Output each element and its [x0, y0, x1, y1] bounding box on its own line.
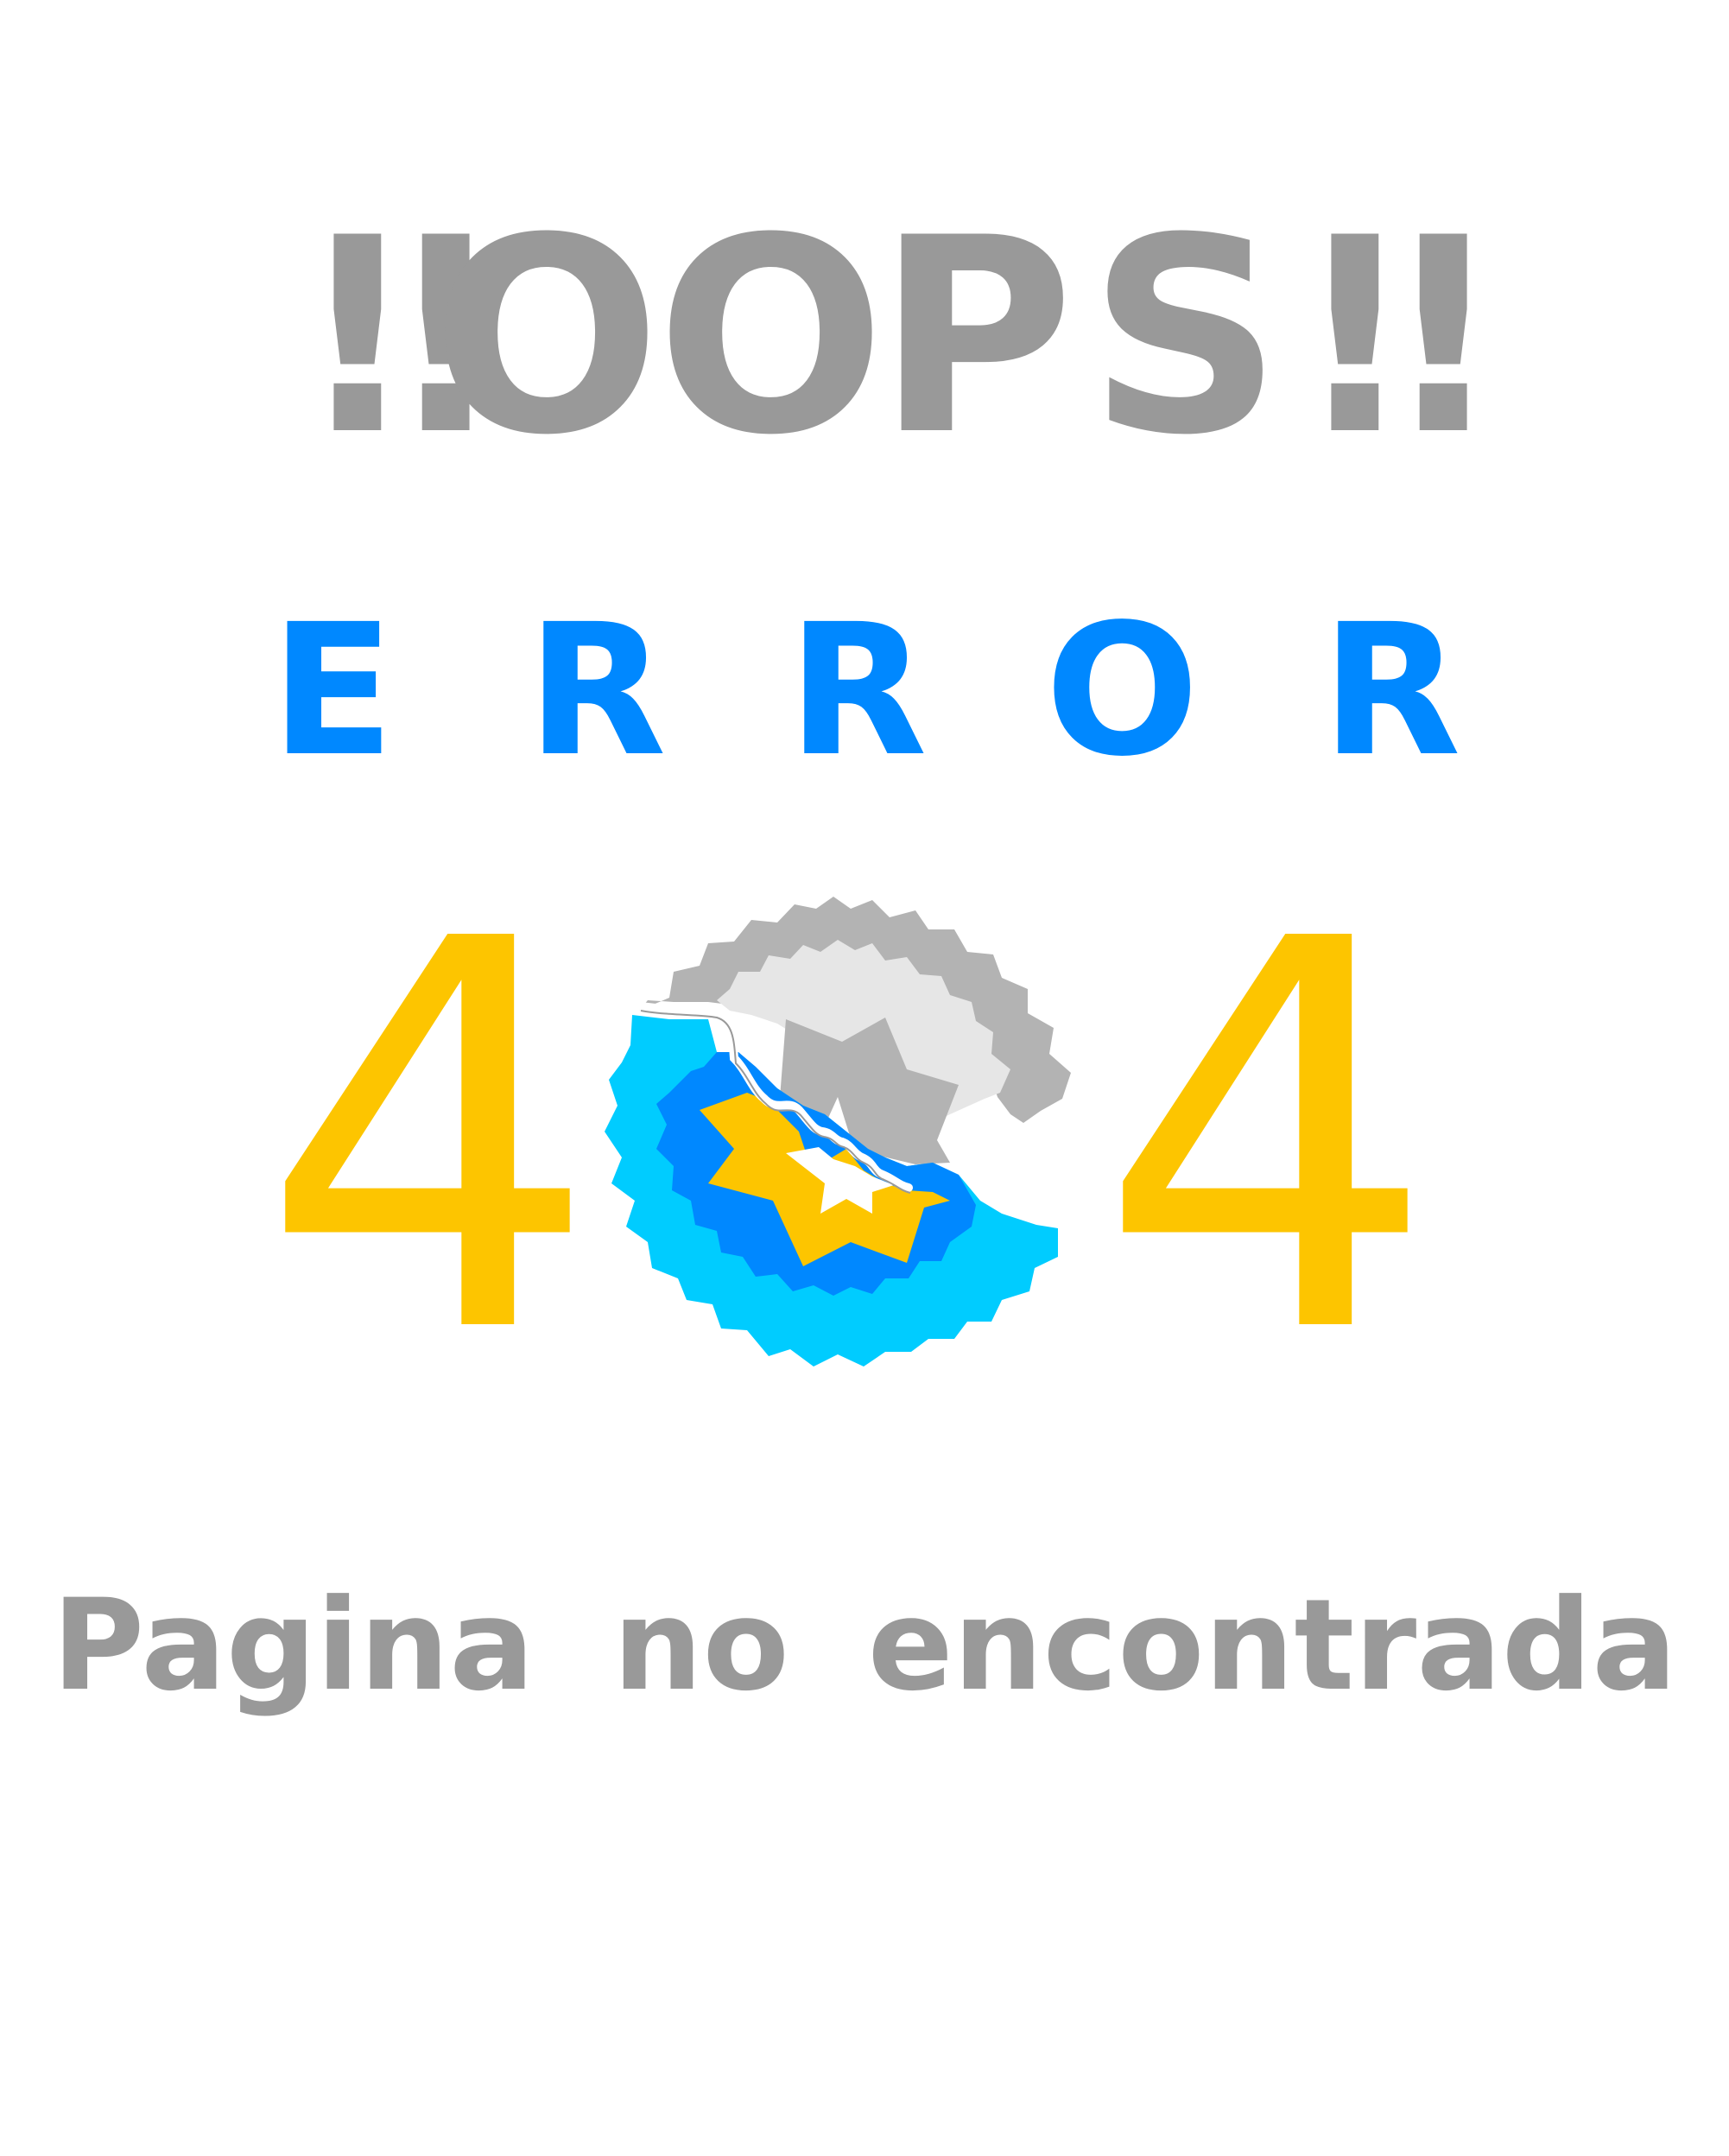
error-word: E R R O R [0, 585, 1729, 796]
error-char: R [1321, 585, 1461, 796]
error-404-page: !! O O P S !! E R R O R 4 4 Pagina no en [0, 0, 1729, 2156]
oops-headline: !! O O P S !! [0, 180, 1729, 494]
error-char: R [527, 585, 667, 796]
error-char: O [1045, 585, 1200, 796]
error-code-right-digit: 4 [1097, 828, 1438, 1451]
oops-char: O [432, 180, 662, 494]
oops-char: S [1088, 180, 1282, 494]
error-code-left-digit: 4 [259, 828, 600, 1451]
oops-char: !! [1293, 180, 1505, 494]
page-not-found-message: Pagina no encontrada [52, 1572, 1677, 1719]
error-char: R [788, 585, 928, 796]
broken-star-badge-icon [605, 897, 1071, 1367]
error-char: E [270, 585, 395, 796]
oops-char: O [656, 180, 886, 494]
oops-char: P [877, 180, 1074, 494]
